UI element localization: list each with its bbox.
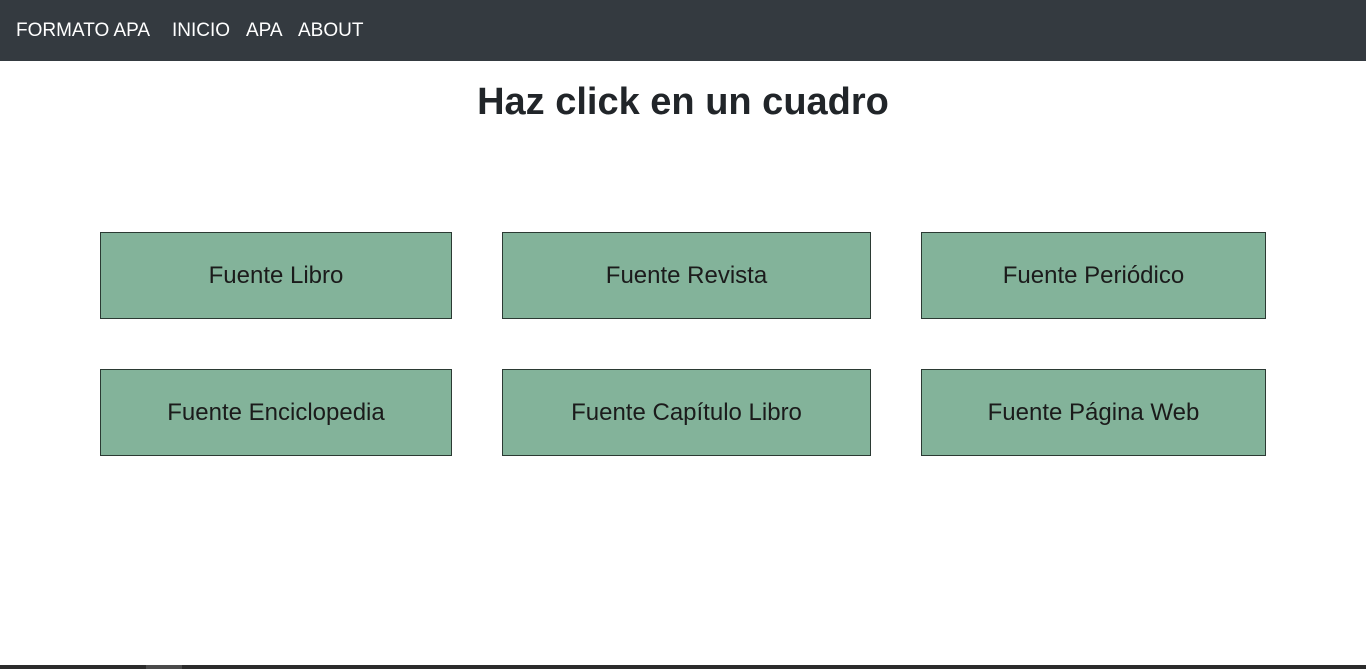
tile-fuente-libro[interactable]: Fuente Libro bbox=[100, 232, 452, 319]
tile-label: Fuente Libro bbox=[208, 261, 344, 289]
tile-fuente-pagina-web[interactable]: Fuente Página Web bbox=[921, 369, 1266, 456]
scrollbar-thumb[interactable] bbox=[146, 665, 182, 669]
tile-label: Fuente Enciclopedia bbox=[167, 398, 385, 426]
tile-label: Fuente Página Web bbox=[987, 398, 1200, 426]
page-title: Haz click en un cuadro bbox=[477, 81, 889, 123]
nav-link-apa[interactable]: APA bbox=[246, 19, 283, 43]
tile-fuente-revista[interactable]: Fuente Revista bbox=[502, 232, 871, 319]
tile-label: Fuente Revista bbox=[605, 261, 768, 289]
tile-label: Fuente Capítulo Libro bbox=[571, 398, 802, 426]
nav-link-about[interactable]: ABOUT bbox=[298, 19, 363, 43]
tile-fuente-periodico[interactable]: Fuente Periódico bbox=[921, 232, 1266, 319]
nav-link-inicio[interactable]: INICIO bbox=[172, 19, 230, 43]
brand-link[interactable]: FORMATO APA bbox=[16, 19, 150, 43]
horizontal-scrollbar[interactable] bbox=[0, 665, 1366, 669]
tile-fuente-enciclopedia[interactable]: Fuente Enciclopedia bbox=[100, 369, 452, 456]
navbar: FORMATO APA INICIO APA ABOUT bbox=[0, 0, 1366, 61]
tile-label: Fuente Periódico bbox=[1002, 261, 1185, 289]
tile-fuente-capitulo-libro[interactable]: Fuente Capítulo Libro bbox=[502, 369, 871, 456]
